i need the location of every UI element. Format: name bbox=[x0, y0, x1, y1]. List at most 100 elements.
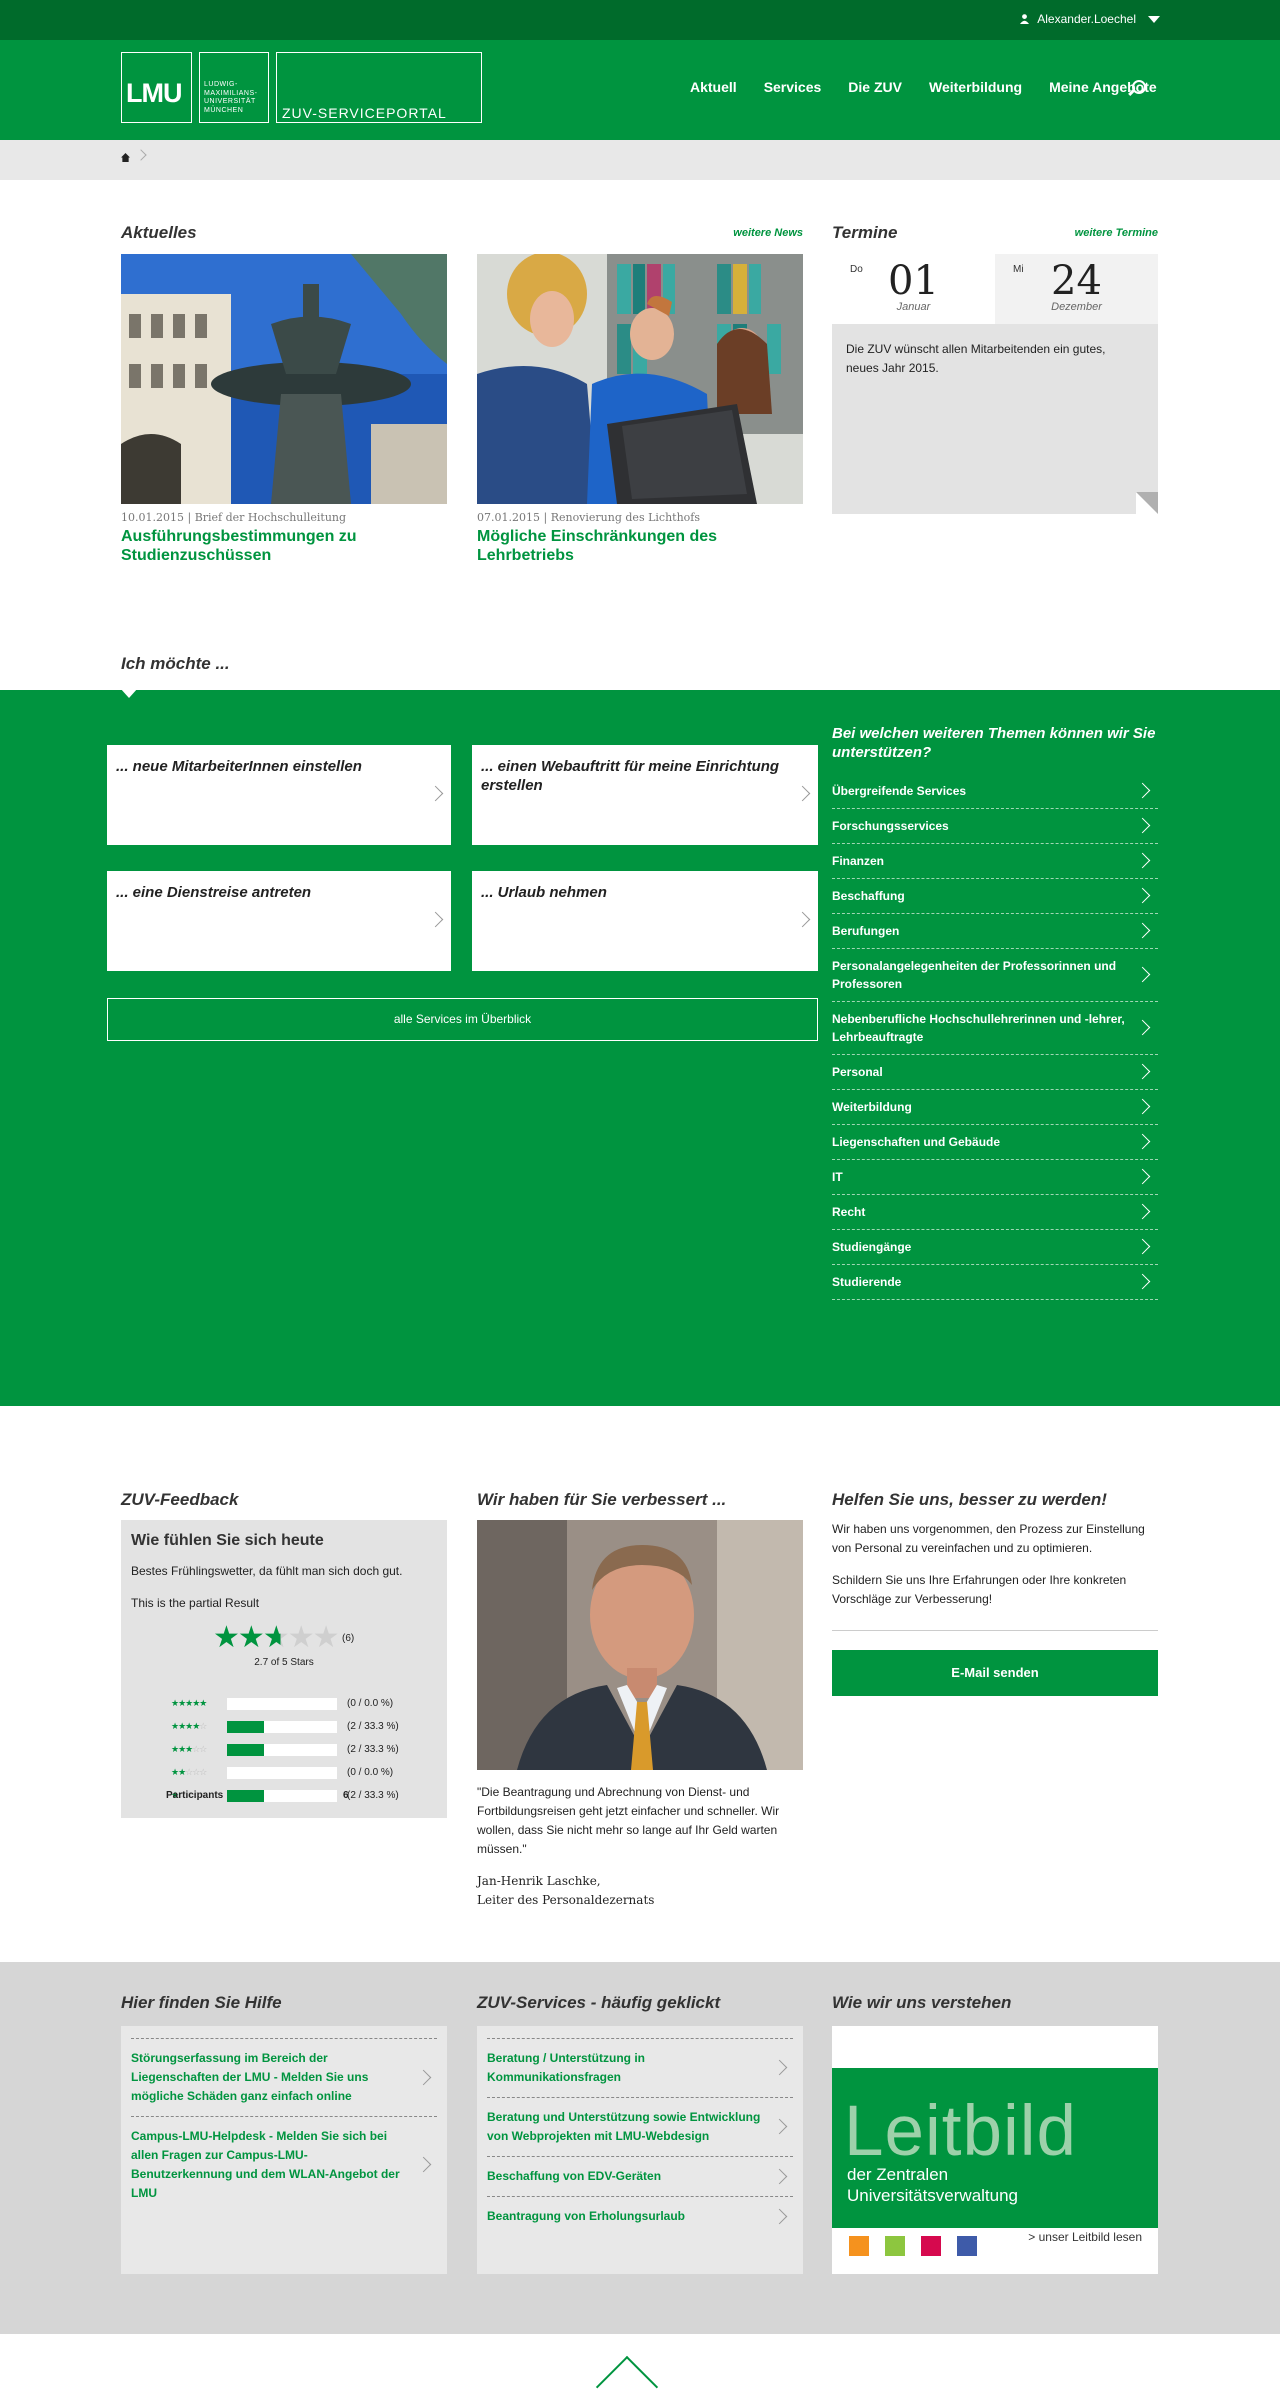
topic-link[interactable]: Beschaffung bbox=[832, 879, 1158, 914]
event-end-date: Mi 24 Dezember bbox=[995, 254, 1158, 324]
topic-link[interactable]: Finanzen bbox=[832, 844, 1158, 879]
event-card[interactable]: Do 01 Januar Mi 24 Dezember Die ZUV wüns… bbox=[832, 254, 1158, 514]
topic-link[interactable]: Personalangelegenheiten der Professorinn… bbox=[832, 949, 1158, 1002]
topic-label: Übergreifende Services bbox=[832, 784, 967, 798]
topic-label: Studierende bbox=[832, 1275, 902, 1289]
rating-count: (6) bbox=[342, 1633, 355, 1644]
wish-card[interactable]: ... Urlaub nehmen bbox=[472, 871, 818, 971]
footer-mission-title: Wie wir uns verstehen bbox=[832, 1993, 1012, 2012]
nav-item-aktuell[interactable]: Aktuell bbox=[690, 79, 737, 95]
wish-card-label: ... Urlaub nehmen bbox=[481, 884, 607, 901]
rating-bar-fill bbox=[227, 1743, 264, 1756]
mission-subtitle: der Zentralen Universitätsverwaltung bbox=[847, 2164, 1018, 2206]
help-link[interactable]: Campus-LMU-Helpdesk - Melden Sie sich be… bbox=[131, 2116, 437, 2213]
help-link[interactable]: Störungserfassung im Bereich der Liegens… bbox=[131, 2038, 437, 2116]
news-headline[interactable]: Mögliche Einschränkungen des Lehrbetrieb… bbox=[477, 527, 803, 565]
service-link[interactable]: Beratung / Unterstützung in Kommunikatio… bbox=[487, 2038, 793, 2097]
service-link[interactable]: Beratung und Unterstützung sowie Entwick… bbox=[487, 2097, 793, 2156]
topic-label: Personalangelegenheiten der Professorinn… bbox=[832, 959, 1117, 991]
topic-link[interactable]: Forschungsservices bbox=[832, 809, 1158, 844]
topic-label: Beschaffung bbox=[832, 889, 905, 903]
topic-link[interactable]: IT bbox=[832, 1160, 1158, 1195]
services-links-box: Beratung / Unterstützung in Kommunikatio… bbox=[477, 2026, 803, 2274]
help-link-label: Störungserfassung im Bereich der Liegens… bbox=[131, 2051, 369, 2103]
news-image-fountain[interactable] bbox=[121, 254, 447, 504]
wish-card[interactable]: ... einen Webauftritt für meine Einricht… bbox=[472, 745, 818, 845]
wish-title: Ich möchte ... bbox=[121, 654, 230, 673]
wish-card[interactable]: ... neue MitarbeiterInnen einstellen bbox=[107, 745, 451, 845]
rating-average: 2.7 of 5 Stars bbox=[254, 1657, 314, 1668]
news-image-library[interactable] bbox=[477, 254, 803, 504]
help-text-1: Wir haben uns vorgenommen, den Prozess z… bbox=[832, 1522, 1145, 1555]
chevron-right-icon bbox=[1134, 1273, 1151, 1290]
chevron-right-icon bbox=[427, 911, 444, 928]
rating-row-stars: ★★☆☆☆ bbox=[171, 1767, 207, 1777]
wish-card[interactable]: ... eine Dienstreise antreten bbox=[107, 871, 451, 971]
nav-item-services[interactable]: Services bbox=[764, 79, 822, 95]
all-services-button[interactable]: alle Services im Überblick bbox=[107, 998, 818, 1041]
mission-link[interactable]: > unser Leitbild lesen bbox=[1028, 2230, 1142, 2244]
service-link[interactable]: Beschaffung von EDV-Geräten bbox=[487, 2156, 793, 2196]
topic-link[interactable]: Liegenschaften und Gebäude bbox=[832, 1125, 1158, 1160]
topic-link[interactable]: Übergreifende Services bbox=[832, 774, 1158, 809]
star-icon[interactable]: ★ bbox=[213, 1621, 240, 1654]
chevron-right-icon bbox=[415, 2156, 432, 2173]
more-news-link[interactable]: weitere News bbox=[700, 227, 803, 239]
topic-link[interactable]: Studierende bbox=[832, 1265, 1158, 1300]
logo-line: MAXIMILIANS- bbox=[204, 89, 258, 97]
topic-label: Nebenberufliche Hochschullehrerinnen und… bbox=[832, 1012, 1125, 1044]
logo-portal[interactable]: ZUV-SERVICEPORTAL bbox=[276, 52, 482, 123]
scroll-top-icon[interactable] bbox=[595, 2355, 659, 2394]
topic-link[interactable]: Berufungen bbox=[832, 914, 1158, 949]
user-icon bbox=[1020, 14, 1030, 24]
logo-lmu[interactable]: LMU bbox=[121, 52, 192, 123]
mission-subtitle-line: Universitätsverwaltung bbox=[847, 2186, 1019, 2205]
mission-banner-green: Leitbild der Zentralen Universitätsverwal… bbox=[832, 2068, 1158, 2228]
nav-item-zuv[interactable]: Die ZUV bbox=[848, 79, 902, 95]
rating-row-label: (2 / 33.3 %) bbox=[347, 1790, 399, 1801]
help-title: Helfen Sie uns, besser zu werden! bbox=[832, 1490, 1107, 1509]
star-icon[interactable]: ★ bbox=[238, 1621, 265, 1654]
feedback-answer: Bestes Frühlingswetter, da fühlt man sic… bbox=[131, 1564, 403, 1578]
topic-link[interactable]: Weiterbildung bbox=[832, 1090, 1158, 1125]
logo-university-name: LUDWIG- MAXIMILIANS- UNIVERSITÄT MÜNCHEN bbox=[199, 52, 269, 123]
star-icon[interactable]: ★ bbox=[288, 1621, 315, 1654]
improved-quote: "Die Beantragung und Abrechnung von Dien… bbox=[477, 1785, 780, 1856]
participants-label: Participants bbox=[166, 1790, 224, 1801]
chevron-right-icon bbox=[415, 2069, 432, 2085]
topic-link[interactable]: Personal bbox=[832, 1055, 1158, 1090]
service-link[interactable]: Beantragung von Erholungsurlaub bbox=[487, 2196, 793, 2236]
topic-label: IT bbox=[832, 1170, 843, 1184]
rating-bar-fill bbox=[227, 1789, 264, 1802]
star-icon[interactable]: ★ bbox=[263, 1621, 290, 1654]
feedback-question: Wie fühlen Sie sich heute bbox=[131, 1532, 324, 1549]
topic-link[interactable]: Studiengänge bbox=[832, 1230, 1158, 1265]
improved-role: Leiter des Personaldezernats bbox=[477, 1893, 655, 1907]
color-square bbox=[885, 2236, 905, 2256]
nav-item-weiterbildung[interactable]: Weiterbildung bbox=[929, 79, 1022, 95]
topic-label: Studiengänge bbox=[832, 1240, 912, 1254]
chevron-right-icon bbox=[1134, 852, 1151, 869]
send-email-button[interactable]: E-Mail senden bbox=[832, 1650, 1158, 1696]
chevron-right-icon bbox=[1134, 1063, 1151, 1080]
search-icon[interactable] bbox=[1132, 80, 1146, 94]
chevron-right-icon bbox=[794, 785, 811, 802]
topic-link[interactable]: Nebenberufliche Hochschullehrerinnen und… bbox=[832, 1002, 1158, 1055]
more-events-link[interactable]: weitere Termine bbox=[1000, 227, 1158, 239]
chevron-right-icon bbox=[1134, 1238, 1151, 1255]
event-text: Die ZUV wünscht allen Mitarbeitenden ein… bbox=[846, 342, 1106, 375]
chevron-right-icon bbox=[427, 785, 444, 802]
service-link-label: Beratung und Unterstützung sowie Entwick… bbox=[487, 2110, 761, 2143]
news-category: Renovierung des Lichthofs bbox=[550, 511, 700, 524]
star-icon[interactable]: ★ bbox=[313, 1621, 340, 1654]
rating-row: ★★☆☆☆ (0 / 0.0 %) bbox=[171, 1764, 393, 1781]
chevron-right-icon bbox=[1134, 782, 1151, 799]
mission-banner[interactable]: Leitbild der Zentralen Universitätsverwal… bbox=[832, 2026, 1158, 2274]
rating-stars[interactable]: ★★★★★ bbox=[213, 1620, 340, 1655]
news-headline[interactable]: Ausführungsbestimmungen zu Studienzuschü… bbox=[121, 527, 447, 565]
rating-bar bbox=[227, 1697, 337, 1710]
topics-heading: Bei welchen weiteren Themen können wir S… bbox=[832, 725, 1156, 761]
news-category: Brief der Hochschulleitung bbox=[194, 511, 347, 524]
user-menu[interactable]: Alexander.Loechel bbox=[1020, 12, 1160, 26]
topic-link[interactable]: Recht bbox=[832, 1195, 1158, 1230]
